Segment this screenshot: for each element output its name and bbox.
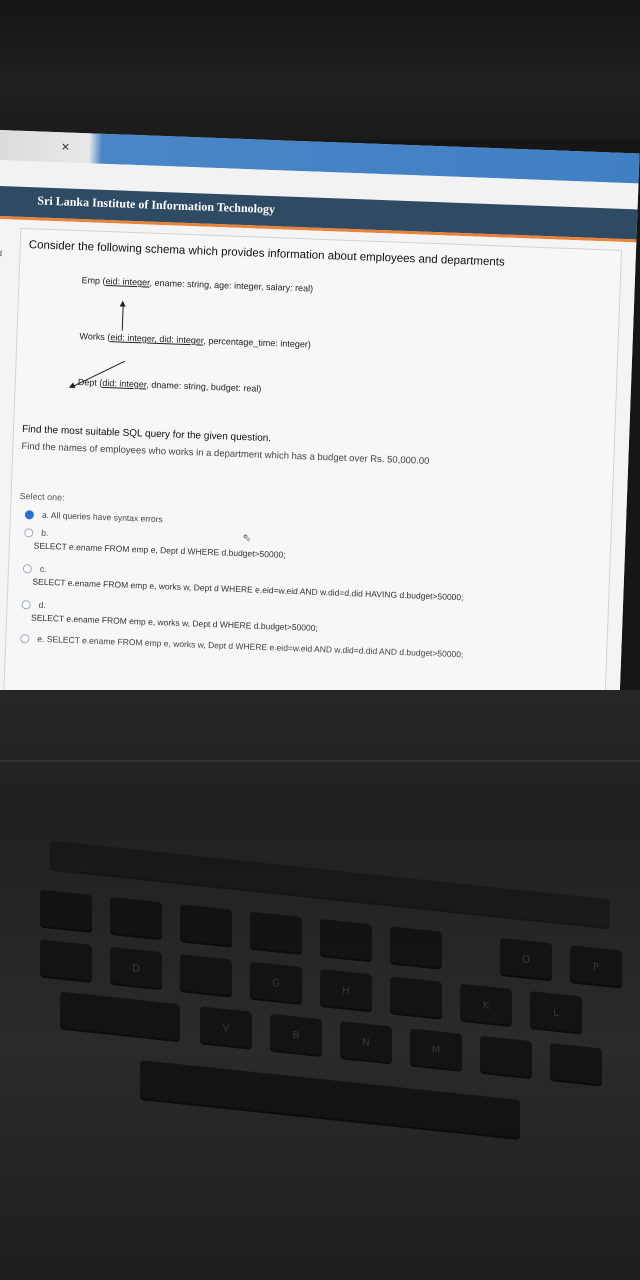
schema-works: Works (eid: integer, did: integer, perce… — [79, 331, 312, 350]
option-c-query: SELECT e.ename FROM emp e, works w, Dept… — [32, 576, 464, 603]
keyboard-key — [390, 976, 442, 1020]
question-title: Consider the following schema which prov… — [28, 239, 505, 269]
browser-window: × ❮ ↻ ⓘ ⊞ Sri Lanka Institute of Informa… — [0, 130, 640, 729]
keyboard-key — [180, 954, 232, 998]
keyboard-key: D — [110, 946, 162, 991]
keyboard-key: H — [320, 968, 372, 1013]
keyboard: D G H V B N M K L O P — [20, 787, 640, 1272]
fk-arrow-icon — [121, 302, 124, 331]
keyboard-key: K — [460, 983, 512, 1028]
keyboard-key — [40, 939, 92, 983]
option-d-query: SELECT e.ename FROM emp e, works w, Dept… — [30, 612, 319, 633]
keyboard-key — [550, 1043, 602, 1087]
keyboard-key: O — [500, 937, 552, 982]
option-d[interactable]: d. — [21, 599, 46, 610]
radio-icon[interactable] — [21, 600, 31, 610]
keyboard-key: P — [570, 945, 622, 989]
keyboard-key — [180, 904, 232, 948]
option-b[interactable]: b. — [24, 527, 49, 538]
radio-icon[interactable] — [24, 528, 34, 538]
keyboard-key — [390, 926, 442, 970]
schema-dept: Dept (did: integer, dname: string, budge… — [77, 377, 262, 394]
side-mark: d — [0, 248, 3, 259]
option-a[interactable]: a. All queries have syntax errors — [24, 509, 163, 524]
keyboard-key: L — [530, 991, 582, 1035]
schema-emp: Emp (eid: integer, ename: string, age: i… — [81, 275, 314, 294]
select-one-label: Select one: — [19, 490, 65, 503]
keyboard-spacebar — [140, 1060, 520, 1140]
question-card: Consider the following schema which prov… — [3, 227, 623, 720]
page-content: d ) Consider the following schema which … — [0, 218, 637, 729]
keyboard-key — [480, 1035, 532, 1080]
question-task: Find the names of employees who works in… — [21, 441, 430, 467]
keyboard-key: G — [250, 961, 302, 1006]
keyboard-key: V — [200, 1006, 252, 1050]
site-title: Sri Lanka Institute of Information Techn… — [37, 193, 276, 217]
option-c[interactable]: c. — [22, 563, 47, 574]
keyboard-key: M — [410, 1028, 462, 1072]
option-e[interactable]: e. SELECT e.ename FROM emp e, works w, D… — [20, 633, 464, 659]
mouse-cursor-icon: ⇖ — [241, 532, 252, 545]
keyboard-key: B — [270, 1013, 322, 1058]
keyboard-key — [250, 911, 302, 956]
radio-selected-icon[interactable] — [24, 510, 35, 520]
keyboard-key — [110, 896, 162, 941]
laptop-hinge — [0, 760, 640, 762]
keyboard-key: N — [340, 1021, 392, 1065]
keyboard-key — [60, 991, 180, 1043]
background-dark-top — [0, 0, 640, 140]
keyboard-key — [40, 889, 92, 933]
question-prompt: Find the most suitable SQL query for the… — [21, 424, 272, 445]
keyboard-key — [320, 918, 372, 963]
tab-close-icon[interactable]: × — [61, 138, 70, 154]
radio-icon[interactable] — [20, 634, 30, 644]
radio-icon[interactable] — [22, 564, 33, 574]
